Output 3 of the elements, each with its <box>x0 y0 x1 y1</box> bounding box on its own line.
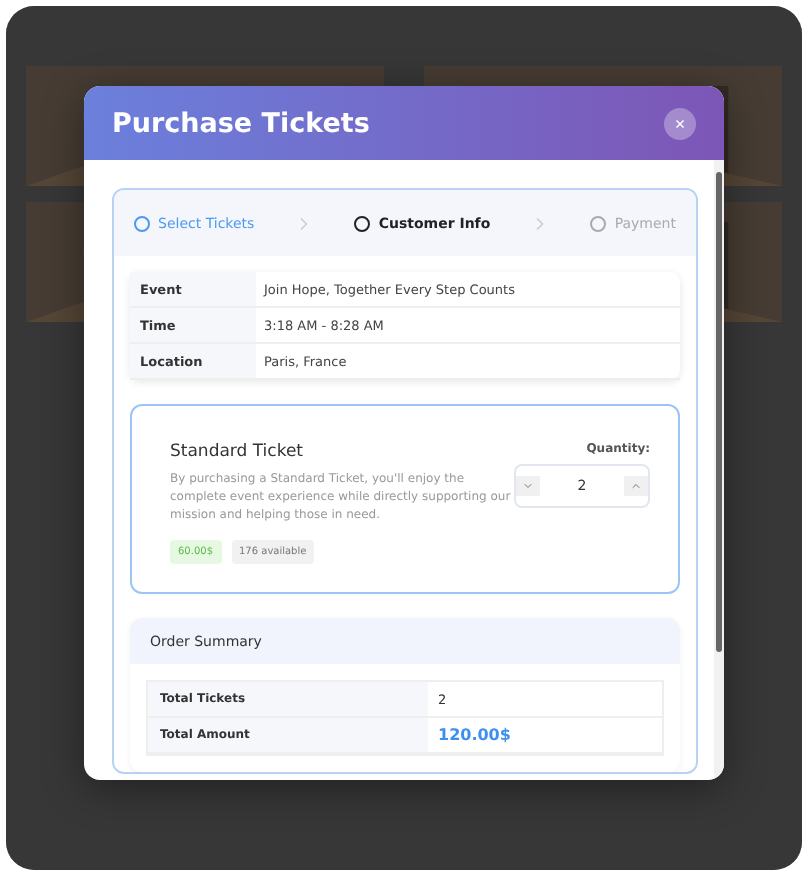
ticket-name: Standard Ticket <box>170 442 306 462</box>
dialog-title: Purchase Tickets <box>112 107 370 139</box>
summary-value: 120.00$ <box>428 718 662 754</box>
